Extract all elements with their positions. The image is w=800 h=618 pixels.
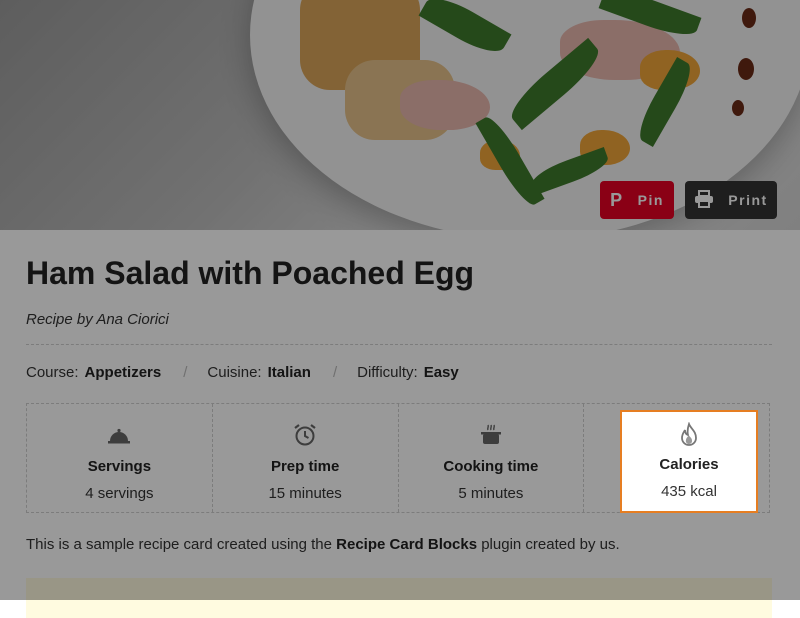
sauce-drop <box>742 8 756 28</box>
meta-cuisine-label: Cuisine: <box>207 364 262 381</box>
detail-calories-value: 435 kcal <box>661 483 717 500</box>
recipe-description: This is a sample recipe card created usi… <box>26 536 620 553</box>
meta-course-label: Course: <box>26 364 79 381</box>
meta-cuisine: Cuisine: Italian <box>207 364 311 381</box>
detail-prep-time: Prep time 15 minutes <box>213 404 399 512</box>
detail-cooking-time: Cooking time 5 minutes <box>399 404 585 512</box>
recipe-author: Recipe by Ana Ciorici <box>26 311 169 328</box>
recipe-meta: Course: Appetizers / Cuisine: Italian / Di… <box>26 364 459 381</box>
meta-separator: / <box>183 364 188 381</box>
flame-icon <box>681 422 697 446</box>
print-label: Print <box>728 192 768 208</box>
detail-prep-time-value: 15 minutes <box>268 485 342 502</box>
detail-cooking-time-value: 5 minutes <box>458 485 524 502</box>
author-name: Ana Ciorici <box>96 311 169 328</box>
detail-servings: Servings 4 servings <box>27 404 213 512</box>
print-button[interactable]: Print <box>685 181 777 219</box>
meta-separator: / <box>332 364 338 381</box>
meta-course-value: Appetizers <box>84 364 162 381</box>
printer-icon <box>694 189 714 211</box>
detail-prep-time-label: Prep time <box>270 458 340 475</box>
detail-calories-label: Calories <box>659 456 719 473</box>
recipe-title: Ham Salad with Poached Egg <box>26 255 475 291</box>
sauce-drop <box>732 100 744 116</box>
sauce-drop <box>738 58 754 80</box>
detail-servings-value: 4 servings <box>85 485 154 502</box>
meta-difficulty-label: Difficulty: <box>357 364 418 381</box>
description-text: This is a sample recipe card created usi… <box>26 536 332 553</box>
cooking-pot-icon <box>480 424 501 444</box>
meta-difficulty-value: Easy <box>423 364 459 381</box>
author-prefix: Recipe by <box>26 311 93 328</box>
meta-cuisine-value: Italian <box>267 364 311 381</box>
detail-servings-label: Servings <box>87 458 152 475</box>
divider <box>26 344 772 345</box>
detail-cooking-time-label: Cooking time <box>443 458 539 475</box>
recipe-hero-image: P Pin Print <box>0 0 800 230</box>
alarm-clock-icon <box>294 424 316 446</box>
pin-label: Pin <box>637 192 664 208</box>
meta-difficulty: Difficulty: Easy <box>357 364 459 381</box>
notes-box <box>26 578 772 618</box>
pinterest-icon: P <box>610 190 624 210</box>
meta-course: Course: Appetizers <box>26 364 161 381</box>
detail-calories[interactable]: Calories 435 kcal <box>620 410 758 513</box>
description-text-end: plugin created by us. <box>481 536 620 553</box>
serving-cloche-icon <box>108 428 131 444</box>
plugin-name: Recipe Card Blocks <box>336 536 478 553</box>
pin-button[interactable]: P Pin <box>600 181 674 219</box>
